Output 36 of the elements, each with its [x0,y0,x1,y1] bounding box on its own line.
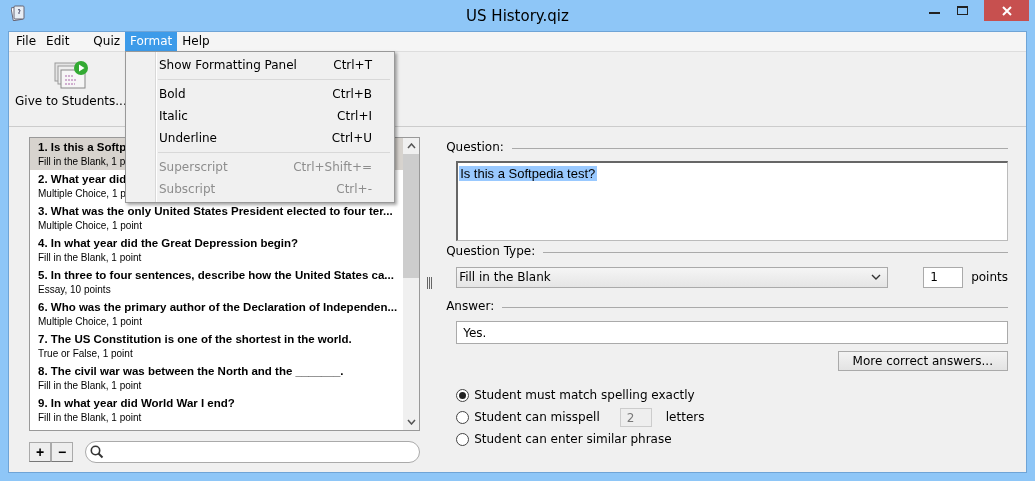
question-item[interactable]: 7. The US Constitution is one of the shortest in the world. True or False, 1 point [30,330,404,362]
menu-item[interactable]: File [11,32,42,51]
option-label: Student must match spelling exactly [474,388,695,402]
question-text-area[interactable]: Is this a Softpedia test? [456,161,1008,241]
menu-item[interactable]: Help [177,32,215,51]
question-item[interactable]: 6. Who was the primary author of the Declaration of Independen... Multiple Choice, 1 point [30,298,404,330]
points-field[interactable]: 1 [923,266,964,288]
letters-count-field: 2 [619,407,652,427]
add-button[interactable]: + [29,442,51,462]
option-label: letters [665,410,705,424]
menu-option[interactable]: Italic Ctrl+I [126,105,394,127]
option-label: Student can enter similar phrase [474,432,672,446]
option-label: Student can misspell [474,410,600,424]
menu-option[interactable]: Underline Ctrl+U [126,127,394,149]
question-item[interactable]: 8. The civil war was between the North and the _______. Fill in the Blank, 1 point [30,362,404,394]
selected-text: Is this a Softpedia test? [459,166,598,181]
remove-button[interactable]: − [51,442,73,462]
section-label: Answer: [446,299,495,313]
menu-option[interactable]: Show Formatting Panel Ctrl+T [126,54,394,76]
section-label: Question: [446,140,504,154]
question-item[interactable]: 4. In what year did the Great Depression begin? Fill in the Blank, 1 point [30,234,404,266]
answer-field[interactable]: Yes. [456,321,1008,344]
question-item[interactable]: 5. In three to four sentences, describe how the United States ca... Essay, 10 points [30,266,404,298]
question-item[interactable]: 9. In what year did World War I end? Fill in the Blank, 1 point [30,394,404,426]
give-to-students-button[interactable]: Give to Students... [15,60,127,108]
menu-option: Superscript Ctrl+Shift+= [126,156,394,178]
menu-option[interactable]: Bold Ctrl+B [126,83,394,105]
section-label: Question Type: [446,244,536,258]
question-type-dropdown[interactable]: Fill in the Blank [456,266,889,288]
window-title: US History.qiz [466,7,569,25]
more-answers-button[interactable]: More correct answers... [837,351,1008,371]
question-item[interactable]: 3. What was the only United States President elected to four ter... Multiple Choice, 1 point [30,202,404,234]
points-label: points [971,270,1008,284]
menu-option: Subscript Ctrl+- [126,178,394,200]
menu-item[interactable]: Edit [41,32,75,51]
menu-item[interactable]: Quiz [88,32,126,51]
